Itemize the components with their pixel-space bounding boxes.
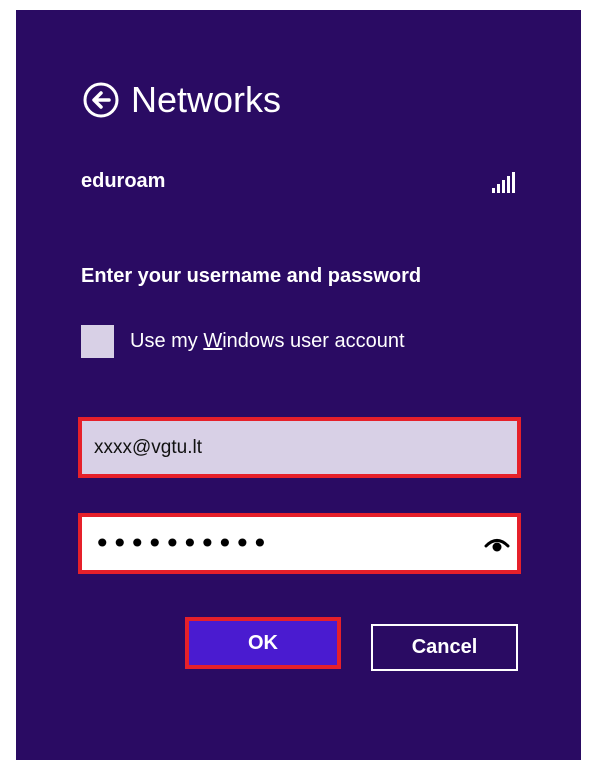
- username-field: [78, 417, 521, 478]
- cancel-button[interactable]: Cancel: [371, 624, 518, 671]
- eye-icon: [484, 538, 510, 551]
- eye-reveal-icon[interactable]: [477, 534, 517, 554]
- username-input[interactable]: [82, 421, 517, 474]
- network-flyout-panel: Networks eduroam Enter your username and…: [16, 10, 581, 760]
- back-arrow-circle-icon: [83, 82, 119, 118]
- ok-button[interactable]: OK: [185, 617, 341, 669]
- password-input[interactable]: [82, 517, 477, 570]
- checkbox-label: Use my Windows user account: [130, 330, 405, 352]
- network-item-eduroam[interactable]: eduroam: [81, 170, 515, 193]
- use-windows-account-checkbox-row[interactable]: Use my Windows user account: [81, 325, 405, 358]
- network-name: eduroam: [81, 170, 166, 192]
- mnemonic-letter: W: [203, 330, 223, 352]
- header: Networks: [81, 70, 281, 130]
- page-title: Networks: [131, 79, 282, 120]
- use-windows-account-checkbox[interactable]: [81, 325, 114, 358]
- wifi-signal-icon: [492, 171, 515, 193]
- back-button[interactable]: [81, 80, 121, 120]
- password-field: [78, 513, 521, 574]
- credentials-prompt: Enter your username and password: [81, 265, 422, 287]
